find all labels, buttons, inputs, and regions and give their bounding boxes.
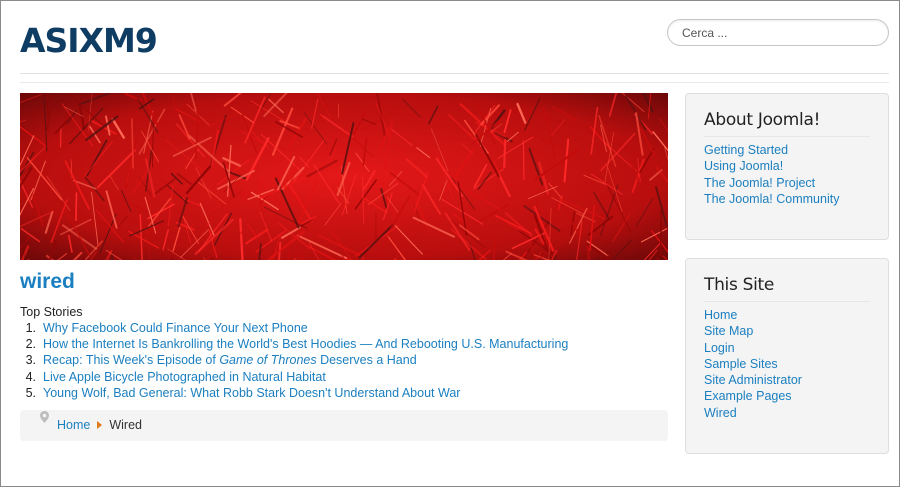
sidebar-link-wired[interactable]: Wired (704, 406, 737, 420)
banner-image (20, 93, 668, 260)
sidebar-link-home[interactable]: Home (704, 308, 737, 322)
site-brand[interactable]: ASIXM9 (20, 21, 158, 61)
module-list-item: Example Pages (704, 388, 870, 404)
module-list-item: Site Administrator (704, 372, 870, 388)
story-number: 1. (25, 321, 36, 335)
module-link-list: Getting Started Using Joomla! The Joomla… (704, 142, 870, 207)
header-divider (20, 73, 889, 74)
module-title: About Joomla! (704, 109, 870, 137)
module-link-list: Home Site Map Login Sample Sites Site Ad… (704, 307, 870, 421)
story-item: 2. How the Internet Is Bankrolling the Wo… (20, 336, 666, 352)
module-list-item: Site Map (704, 323, 870, 339)
module-list-item: Login (704, 340, 870, 356)
story-link[interactable]: Why Facebook Could Finance Your Next Pho… (43, 321, 308, 335)
sidebar-link-joomla-project[interactable]: The Joomla! Project (704, 176, 815, 190)
page-frame: ASIXM9 wired Top Stories 1. Why Facebook … (0, 0, 900, 487)
story-number: 4. (25, 369, 36, 384)
story-link[interactable]: Young Wolf, Bad General: What Robb Stark… (43, 386, 460, 400)
sidebar-link-sample-sites[interactable]: Sample Sites (704, 357, 778, 371)
module-list-item: Sample Sites (704, 356, 870, 372)
story-item: 3. Recap: This Week's Episode of Game of … (20, 352, 666, 368)
sidebar-link-login[interactable]: Login (704, 341, 735, 355)
story-link[interactable]: How the Internet Is Bankrolling the Worl… (43, 337, 568, 351)
breadcrumb-home-link[interactable]: Home (57, 418, 90, 432)
module-list-item: Getting Started (704, 142, 870, 158)
sidebar-link-using-joomla[interactable]: Using Joomla! (704, 159, 783, 173)
story-link[interactable]: Recap: This Week's Episode of Game of Th… (43, 353, 417, 367)
module-title: This Site (704, 274, 870, 302)
module-list-item: Using Joomla! (704, 158, 870, 174)
breadcrumb-current: Wired (109, 418, 142, 432)
sidebar-link-example-pages[interactable]: Example Pages (704, 389, 792, 403)
sidebar-link-site-administrator[interactable]: Site Administrator (704, 373, 802, 387)
top-stories-label: Top Stories (20, 305, 83, 319)
module-list-item: The Joomla! Community (704, 191, 870, 207)
module-list-item: Wired (704, 405, 870, 421)
nav-divider (20, 82, 889, 83)
story-item: 4. Live Apple Bicycle Photographed in Nat… (20, 369, 666, 385)
sidebar-link-site-map[interactable]: Site Map (704, 324, 753, 338)
story-number: 3. (25, 353, 36, 368)
this-site-module: This Site Home Site Map Login Sample Sit… (685, 258, 889, 454)
sidebar-link-getting-started[interactable]: Getting Started (704, 143, 788, 157)
about-joomla-module: About Joomla! Getting Started Using Joom… (685, 93, 889, 240)
story-link[interactable]: Live Apple Bicycle Photographed in Natur… (43, 370, 326, 384)
story-number: 2. (25, 337, 36, 352)
top-stories-list: 1. Why Facebook Could Finance Your Next P… (20, 320, 666, 401)
breadcrumb: Home Wired (20, 410, 668, 441)
article-title[interactable]: wired (20, 269, 75, 295)
red-foliage-image (20, 93, 668, 260)
story-item: 5. Young Wolf, Bad General: What Robb Sta… (20, 385, 666, 401)
module-list-item: Home (704, 307, 870, 323)
sidebar-link-joomla-community[interactable]: The Joomla! Community (704, 192, 839, 206)
story-number: 5. (25, 385, 36, 400)
search-input[interactable] (667, 19, 889, 46)
breadcrumb-separator-icon (97, 420, 103, 429)
story-item: 1. Why Facebook Could Finance Your Next P… (20, 320, 666, 336)
location-pin-icon (40, 405, 52, 436)
module-list-item: The Joomla! Project (704, 175, 870, 191)
